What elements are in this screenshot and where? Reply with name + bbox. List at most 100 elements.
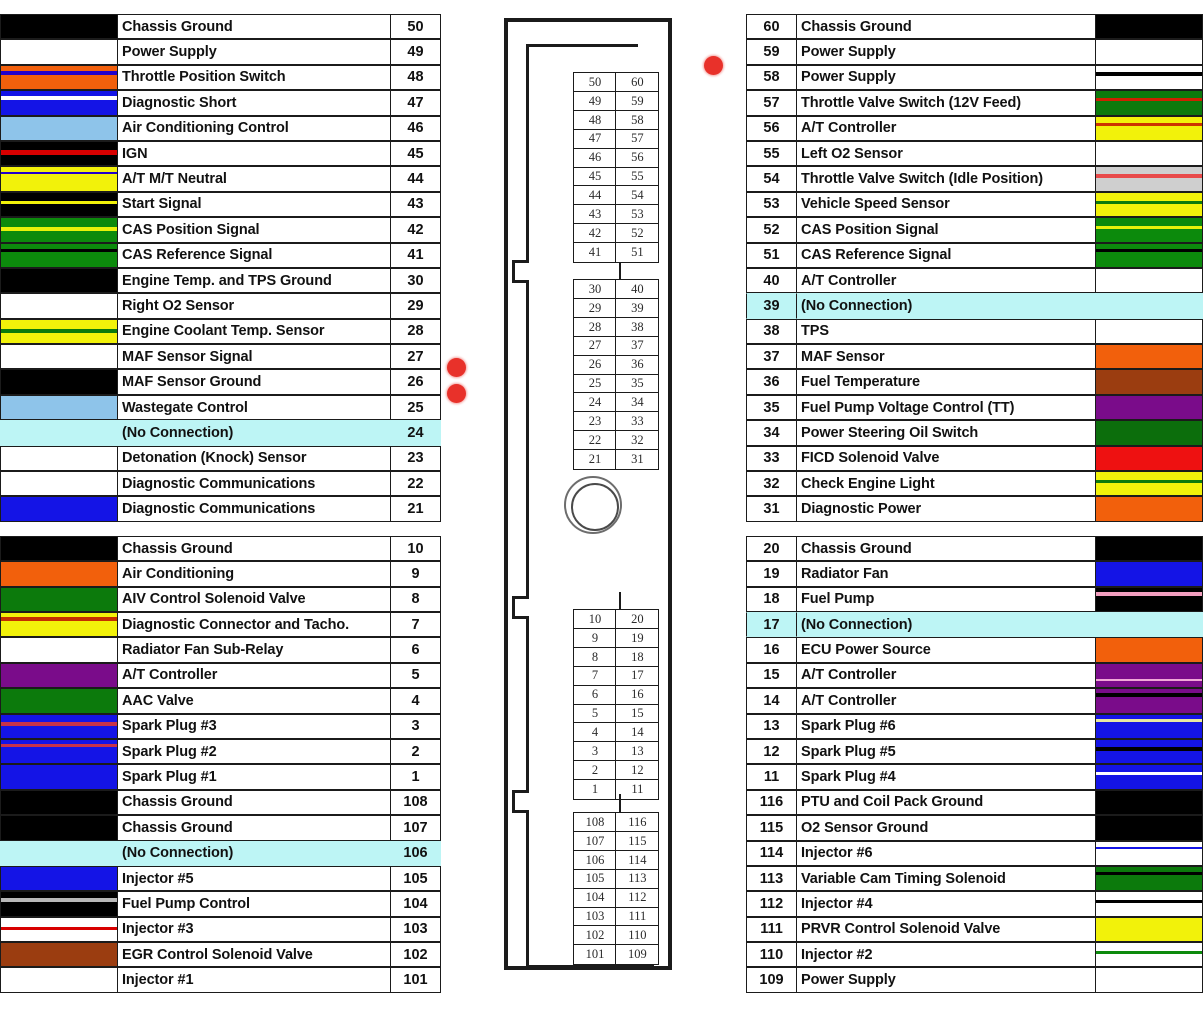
wire-color-swatch <box>1095 561 1203 587</box>
connector-pin-cell: 38 <box>615 316 660 338</box>
connector-pin-cell: 101 <box>573 944 617 965</box>
wire-color-swatch <box>1095 191 1203 218</box>
pin-number: 7 <box>391 611 441 638</box>
pin-description: Throttle Valve Switch (Idle Position) <box>796 166 1095 192</box>
pin-number: 115 <box>746 815 796 841</box>
wire-stripe <box>1096 747 1202 751</box>
connector-pin-cell: 21 <box>573 449 617 470</box>
pin-number: 20 <box>746 535 796 562</box>
pin-number: 48 <box>391 64 441 91</box>
pin-description: (No Connection) <box>118 840 391 866</box>
pin-row: A/T M/T Neutral 44 <box>0 166 441 192</box>
pin-number: 50 <box>391 14 441 40</box>
wire-color-swatch <box>1095 535 1203 562</box>
pin-row: (No Connection) 24 <box>0 420 441 446</box>
pin-row: 14 A/T Controller <box>746 688 1203 714</box>
wire-color-swatch <box>0 39 118 65</box>
wire-color-swatch <box>1095 39 1203 65</box>
wire-stripe <box>1 744 117 748</box>
pin-description: MAF Sensor Ground <box>118 369 391 395</box>
pin-number: 24 <box>391 420 441 446</box>
connector-pin-cell: 50 <box>573 72 617 93</box>
pin-row: Spark Plug #3 3 <box>0 713 441 739</box>
pin-description: (No Connection) <box>118 420 391 446</box>
wire-color-swatch <box>0 471 118 497</box>
wire-color-swatch <box>0 242 118 268</box>
pin-number: 58 <box>746 64 796 91</box>
connector-pin-column: 60 59 58 57 56 55 54 53 52 51 <box>615 72 660 263</box>
pin-row: EGR Control Solenoid Valve 102 <box>0 942 441 968</box>
pin-row: 111 PRVR Control Solenoid Valve <box>746 916 1203 943</box>
pin-row: Diagnostic Short 47 <box>0 90 441 116</box>
pin-description: Air Conditioning Control <box>118 115 391 141</box>
pin-row: 58 Power Supply <box>746 64 1203 91</box>
pin-number: 42 <box>391 217 441 243</box>
pin-row: 36 Fuel Temperature <box>746 369 1203 395</box>
pin-row: 113 Variable Cam Timing Solenoid <box>746 865 1203 892</box>
connector-pin-cell: 106 <box>573 849 617 871</box>
pin-description: Injector #1 <box>118 967 391 993</box>
pin-description: Wastegate Control <box>118 394 391 421</box>
wire-stripe <box>1 328 117 333</box>
pin-description: Throttle Valve Switch (12V Feed) <box>796 90 1095 116</box>
wire-color-swatch <box>1095 815 1203 841</box>
pin-number: 105 <box>391 865 441 892</box>
pin-description: Power Supply <box>118 39 391 65</box>
connector-pin-cell: 18 <box>615 646 660 668</box>
pin-number: 60 <box>746 14 796 40</box>
wire-color-swatch <box>0 496 118 522</box>
connector-pin-cell: 7 <box>573 665 617 687</box>
wire-color-swatch <box>0 293 118 319</box>
pin-description: Spark Plug #4 <box>796 764 1095 790</box>
connector-pin-cell: 114 <box>615 849 660 871</box>
wire-color-swatch <box>0 64 118 91</box>
connector-pin-cell: 46 <box>573 147 617 169</box>
wire-stripe <box>1096 693 1202 697</box>
pin-number: 6 <box>391 637 441 663</box>
wire-color-swatch <box>1095 789 1203 816</box>
pin-description: Power Supply <box>796 967 1095 993</box>
wire-stripe <box>1096 201 1202 205</box>
connector-pin-cell: 60 <box>615 72 660 93</box>
pin-description: CAS Position Signal <box>796 217 1095 243</box>
pin-number: 55 <box>746 140 796 167</box>
pin-number: 101 <box>391 967 441 993</box>
wire-stripe <box>1096 846 1202 850</box>
wire-stripe <box>1 722 117 726</box>
wire-stripe <box>1096 479 1202 484</box>
pin-description: CAS Reference Signal <box>118 242 391 268</box>
connector-pin-cell: 53 <box>615 204 660 225</box>
pin-row: 13 Spark Plug #6 <box>746 713 1203 739</box>
pin-row: Power Supply 49 <box>0 39 441 65</box>
wire-color-swatch <box>1095 891 1203 917</box>
connector-pin-cell: 31 <box>615 449 660 470</box>
pin-number: 32 <box>746 471 796 497</box>
wire-color-swatch <box>1095 662 1203 689</box>
connector-pin-cell: 14 <box>615 722 660 743</box>
connector-wall-segment <box>526 810 529 968</box>
wire-color-swatch <box>1095 242 1203 268</box>
pin-row: 31 Diagnostic Power <box>746 496 1203 522</box>
wire-color-swatch <box>0 967 118 993</box>
pin-description: Left O2 Sensor <box>796 140 1095 167</box>
connector-wall-segment <box>512 260 515 282</box>
wire-color-swatch <box>1095 611 1203 638</box>
pin-row: AAC Valve 4 <box>0 688 441 714</box>
pin-description: CAS Position Signal <box>118 217 391 243</box>
wire-color-swatch <box>0 217 118 243</box>
wire-color-swatch <box>0 611 118 638</box>
pin-description: Chassis Ground <box>118 14 391 40</box>
connector-inner-shell: 50 49 48 47 46 45 44 43 42 41 60 59 58 57 56 55 54 53 52 51… <box>512 44 666 968</box>
connector-pin-column: 20 19 18 17 16 15 14 13 12 11 <box>615 609 660 800</box>
pin-row: 116 PTU and Coil Pack Ground <box>746 789 1203 816</box>
pin-description: O2 Sensor Ground <box>796 815 1095 841</box>
wire-color-swatch <box>1095 764 1203 790</box>
wire-color-swatch <box>0 815 118 841</box>
pin-number: 4 <box>391 688 441 714</box>
highlight-marker-pin-59 <box>704 56 723 75</box>
connector-pin-cell: 17 <box>615 665 660 687</box>
connector-pin-cell: 36 <box>615 354 660 376</box>
pin-group: 20 Chassis Ground 19 Radiator Fan 18 Fuel Pum… <box>746 535 1203 993</box>
right-pin-table: 60 Chassis Ground 59 Power Supply 58 Power Su… <box>704 14 1203 993</box>
pin-description: Diagnostic Connector and Tacho. <box>118 611 391 638</box>
